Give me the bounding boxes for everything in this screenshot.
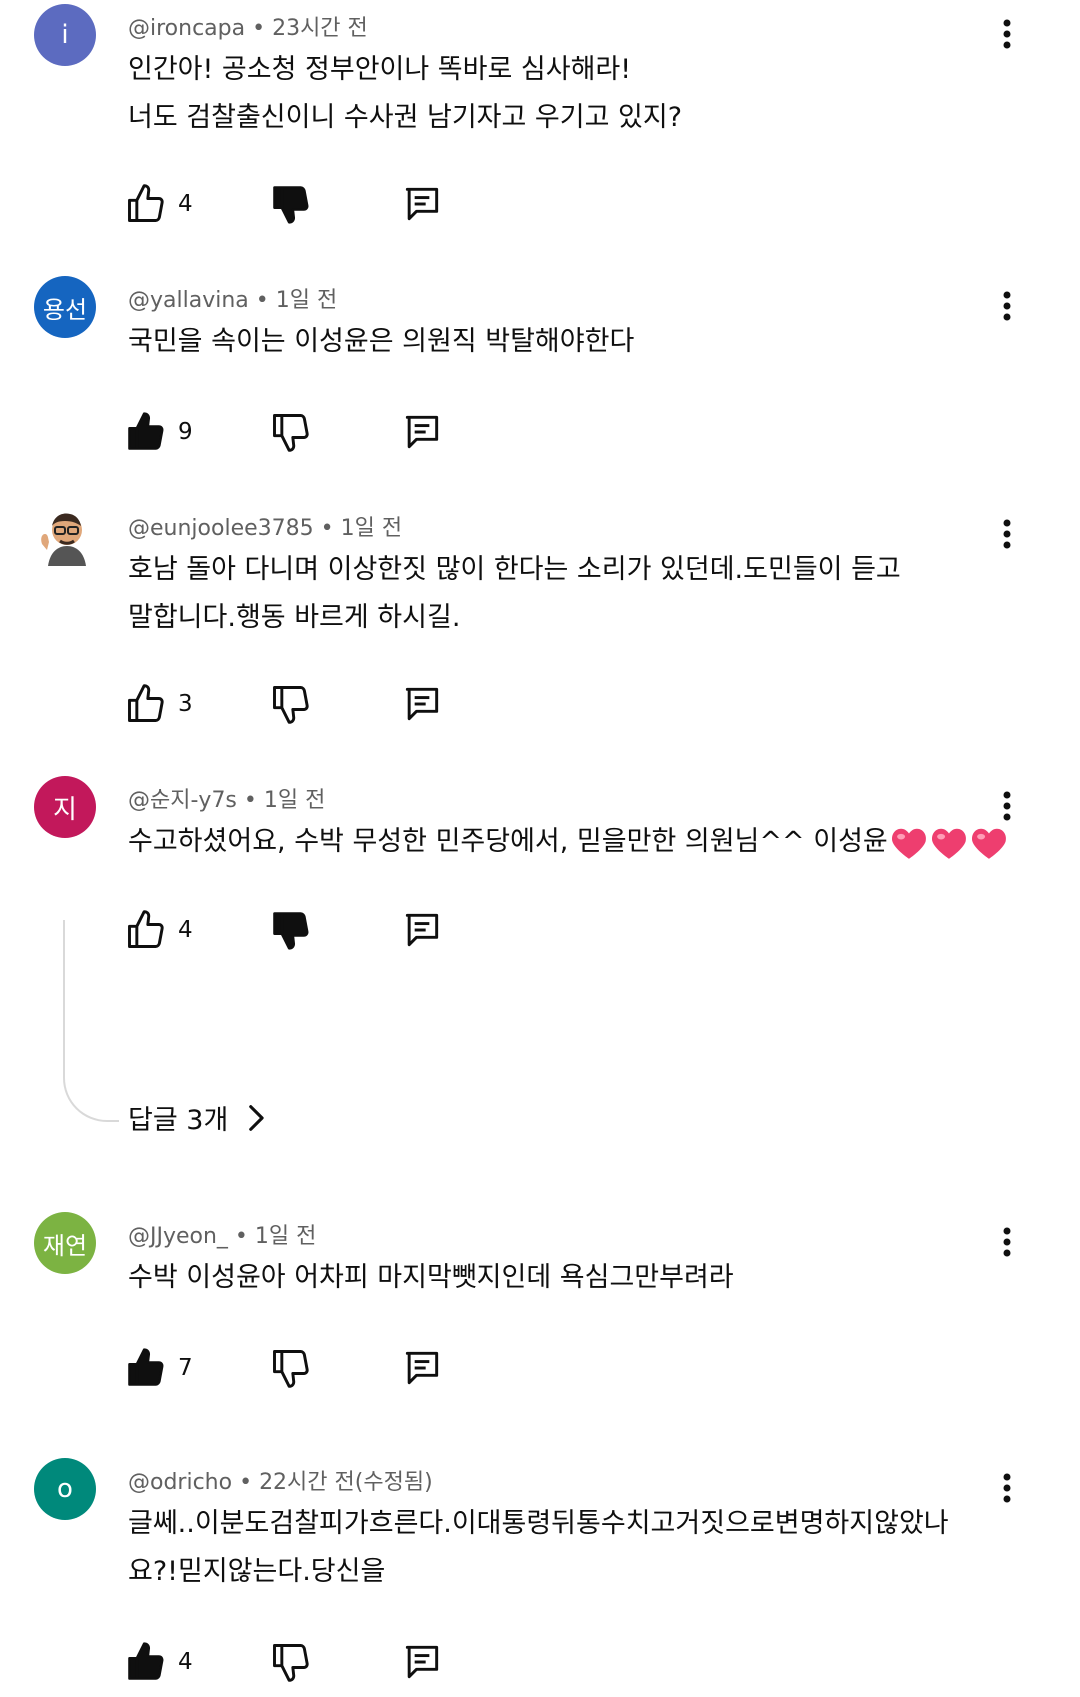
avatar[interactable] [34, 504, 96, 566]
like-count: 4 [178, 917, 193, 943]
reply-comment-icon [405, 187, 439, 221]
chevron-right-icon [249, 1104, 264, 1131]
comment-author[interactable]: @ironcapa [128, 16, 245, 41]
memoji-avatar-icon [41, 513, 86, 566]
reply-button[interactable] [400, 406, 444, 458]
replies-label: 답글 3개 [128, 1105, 229, 1136]
thumbs-up-icon [128, 184, 164, 222]
comment-author[interactable]: @odricho [128, 1470, 232, 1495]
comment-author[interactable]: @순지-y7s [128, 788, 237, 813]
dislike-button[interactable] [269, 1636, 313, 1688]
like-button[interactable]: 4 [124, 904, 193, 956]
comment-meta: @yallavina • 1일 전 [128, 288, 338, 313]
thumbs-down-icon [273, 1350, 309, 1388]
comment-meta: @순지-y7s • 1일 전 [128, 788, 326, 813]
comment-meta: @eunjoolee3785 • 1일 전 [128, 516, 403, 541]
reply-button[interactable] [400, 1636, 444, 1688]
thumbs-down-icon [273, 1644, 309, 1682]
avatar[interactable]: 지 [34, 776, 96, 838]
comment-meta: @odricho • 22시간 전(수정됨) [128, 1470, 433, 1495]
dislike-button[interactable] [269, 904, 313, 956]
comment-time: 1일 전 [275, 288, 338, 313]
comment-time: 1일 전 [263, 788, 326, 813]
like-count: 4 [178, 1649, 193, 1675]
like-button[interactable]: 7 [124, 1342, 193, 1394]
dislike-button[interactable] [269, 678, 313, 730]
dislike-button[interactable] [269, 178, 313, 230]
thumbs-down-icon [273, 686, 309, 724]
comment-meta: @JJyeon_ • 1일 전 [128, 1224, 317, 1249]
comment-time: 1일 전 [340, 516, 403, 541]
reply-button[interactable] [400, 904, 444, 956]
reply-button[interactable] [400, 1342, 444, 1394]
comment-author[interactable]: @JJyeon_ [128, 1224, 228, 1249]
thumbs-down-icon [273, 414, 309, 452]
dislike-button[interactable] [269, 406, 313, 458]
reply-button[interactable] [400, 678, 444, 730]
comment-text: 수박 이성윤아 어차피 마지막뺏지인데 욕심그만부려라 [128, 1262, 734, 1293]
heart-emoji-icon [931, 828, 966, 859]
like-button[interactable]: 4 [124, 1636, 193, 1688]
like-count: 3 [178, 691, 193, 717]
thumbs-down-icon [273, 912, 309, 950]
comment-time: 22시간 전(수정됨) [259, 1470, 433, 1495]
view-replies-button[interactable]: 답글 3개 [128, 1098, 272, 1137]
more-vertical-icon[interactable] [992, 784, 1022, 828]
avatar[interactable]: o [34, 1458, 96, 1520]
reply-comment-icon [405, 1645, 439, 1679]
thumbs-up-icon [128, 412, 164, 450]
like-button[interactable]: 4 [124, 178, 193, 230]
like-button[interactable]: 3 [124, 678, 193, 730]
reply-comment-icon [405, 687, 439, 721]
avatar[interactable]: 재연 [34, 1212, 96, 1274]
thumbs-up-icon [128, 910, 164, 948]
comment-text: 호남 돌아 다니며 이상한짓 많이 한다는 소리가 있던데.도민들이 듣고 말합… [128, 554, 901, 633]
comment-text: 글쎄..이분도검찰피가흐른다.이대통령뒤통수치고거짓으로변명하지않았나 요?!믿… [128, 1508, 949, 1587]
comment-author[interactable]: @eunjoolee3785 [128, 516, 314, 541]
comment-text: 국민을 속이는 이성윤은 의원직 박탈해야한다 [128, 326, 635, 357]
comment-author[interactable]: @yallavina [128, 288, 249, 313]
heart-emoji-icon [971, 828, 1006, 859]
reply-comment-icon [405, 913, 439, 947]
thumbs-up-icon [128, 1348, 164, 1386]
more-vertical-icon[interactable] [992, 512, 1022, 556]
comment-text: 인간아! 공소청 정부안이나 똑바로 심사해라! 너도 검찰출신이니 수사권 남… [128, 54, 683, 133]
reply-comment-icon [405, 415, 439, 449]
reply-comment-icon [405, 1351, 439, 1385]
avatar[interactable]: i [34, 4, 96, 66]
more-vertical-icon[interactable] [992, 284, 1022, 328]
like-count: 7 [178, 1355, 193, 1381]
more-vertical-icon[interactable] [992, 12, 1022, 56]
more-vertical-icon[interactable] [992, 1466, 1022, 1510]
comment-text: 수고하셨어요, 수박 무성한 민주당에서, 믿을만한 의원님^^ 이성윤 [128, 818, 1008, 866]
heart-emoji-icon [891, 828, 926, 859]
more-vertical-icon[interactable] [992, 1220, 1022, 1264]
comment-time: 23시간 전 [272, 16, 368, 41]
like-count: 4 [178, 191, 193, 217]
comment-time: 1일 전 [254, 1224, 317, 1249]
thumbs-up-icon [128, 684, 164, 722]
like-button[interactable]: 9 [124, 406, 193, 458]
thumbs-down-icon [273, 186, 309, 224]
dislike-button[interactable] [269, 1342, 313, 1394]
reply-button[interactable] [400, 178, 444, 230]
comment-meta: @ironcapa • 23시간 전 [128, 16, 368, 41]
avatar[interactable]: 용선 [34, 276, 96, 338]
like-count: 9 [178, 419, 193, 445]
thread-connector [63, 920, 119, 1122]
thumbs-up-icon [128, 1642, 164, 1680]
